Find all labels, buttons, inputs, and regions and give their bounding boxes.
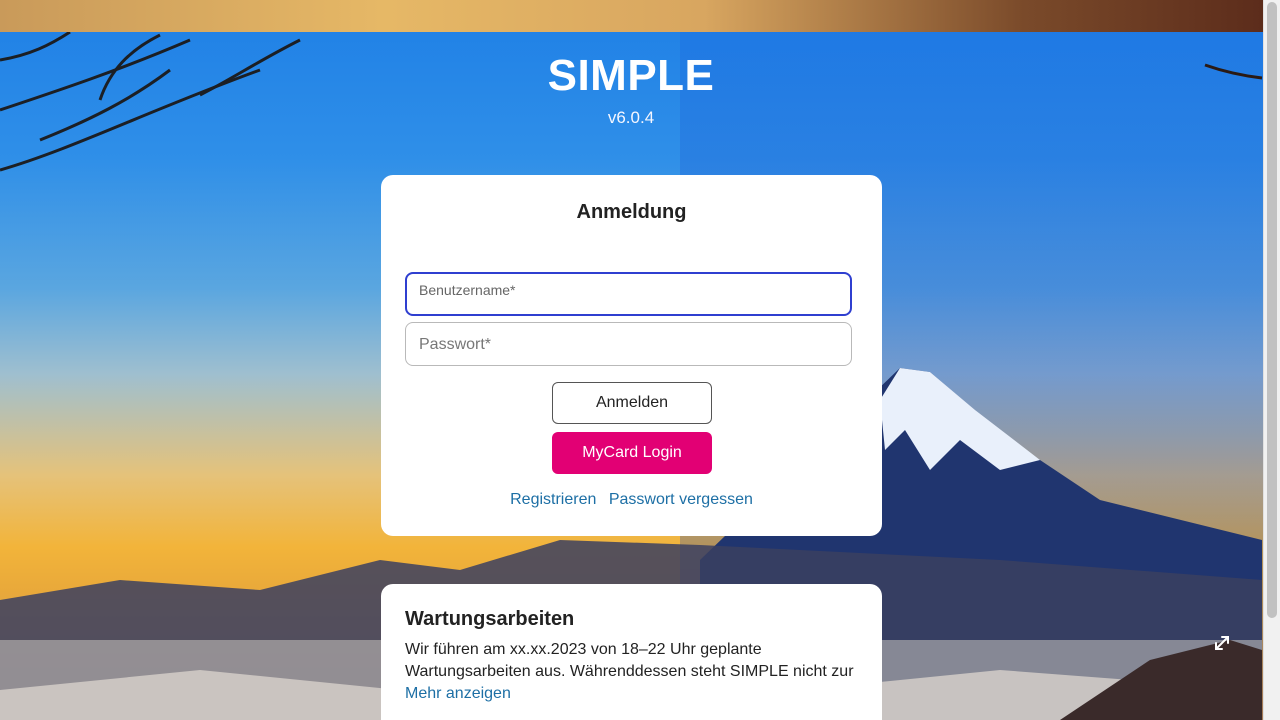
login-links: Registrieren Passwort vergessen bbox=[381, 491, 882, 509]
password-placeholder: Passwort* bbox=[419, 336, 492, 353]
login-button[interactable]: Anmelden bbox=[552, 382, 712, 424]
username-input[interactable] bbox=[419, 288, 838, 310]
app-title: SIMPLE bbox=[547, 51, 715, 100]
app-version: v6.0.4 bbox=[607, 108, 655, 127]
expand-icon[interactable] bbox=[1212, 633, 1232, 653]
page-scrollbar[interactable] bbox=[1263, 0, 1280, 720]
top-image-strip bbox=[0, 0, 1280, 32]
register-link[interactable]: Registrieren bbox=[510, 491, 596, 508]
brand-header: SIMPLE v6.0.4 bbox=[0, 52, 1262, 128]
show-more-link[interactable]: Mehr anzeigen bbox=[405, 685, 511, 703]
login-heading: Anmeldung bbox=[576, 201, 687, 223]
maintenance-text: Wir führen am xx.xx.2023 von 18–22 Uhr g… bbox=[405, 641, 854, 680]
maintenance-heading: Wartungsarbeiten bbox=[405, 608, 575, 630]
mycard-login-button[interactable]: MyCard Login bbox=[552, 432, 712, 474]
login-card: Anmeldung Benutzername* Passwort* Anmeld… bbox=[381, 175, 882, 536]
forgot-password-link[interactable]: Passwort vergessen bbox=[609, 491, 753, 508]
maintenance-card: Wartungsarbeiten Wir führen am xx.xx.202… bbox=[381, 584, 882, 720]
password-field[interactable]: Passwort* bbox=[405, 322, 852, 366]
username-field[interactable]: Benutzername* bbox=[405, 272, 852, 316]
scrollbar-thumb[interactable] bbox=[1267, 2, 1277, 618]
